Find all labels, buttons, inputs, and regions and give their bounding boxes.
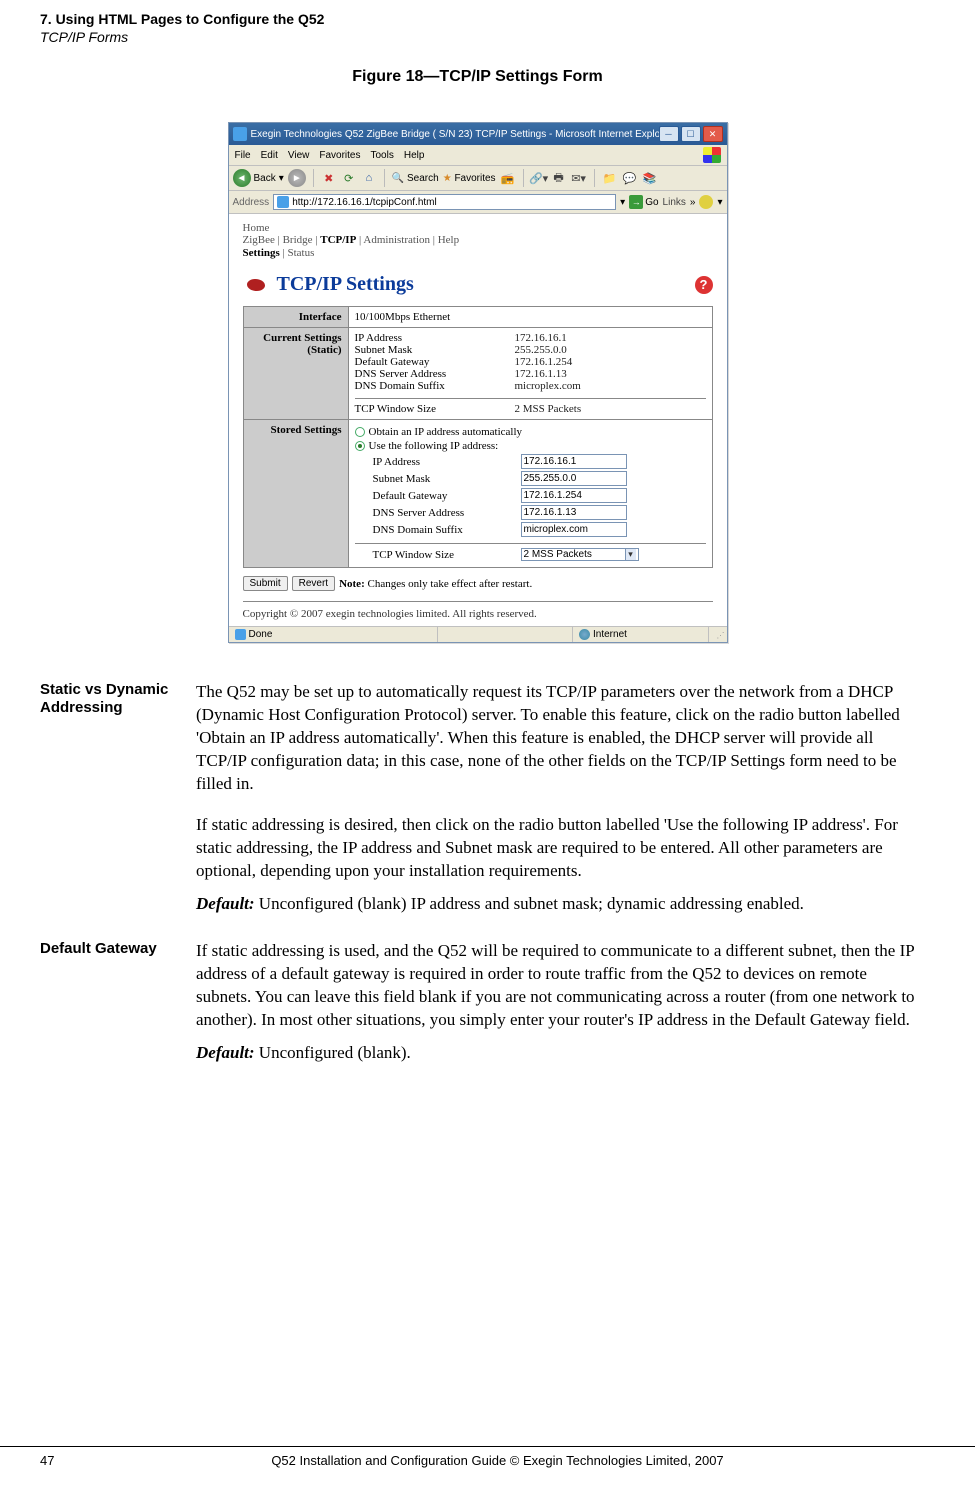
mail-icon[interactable]: ✉▾	[571, 170, 587, 186]
menu-favorites[interactable]: Favorites	[319, 150, 360, 161]
settings-table: Interface 10/100Mbps Ethernet Current Se…	[243, 306, 713, 568]
address-input[interactable]: http://172.16.16.1/tcpipConf.html	[273, 194, 616, 210]
section-text-static: The Q52 may be set up to automatically r…	[196, 681, 915, 933]
window-title: Exegin Technologies Q52 ZigBee Bridge ( …	[251, 129, 659, 140]
menu-edit[interactable]: Edit	[261, 150, 278, 161]
media-icon[interactable]: 📻	[500, 170, 516, 186]
help-icon[interactable]: ?	[695, 276, 713, 294]
radio-use-following[interactable]: Use the following IP address:	[355, 440, 706, 452]
forward-button[interactable]: ►	[288, 169, 306, 187]
row-current-value: IP Address172.16.16.1 Subnet Mask255.255…	[348, 328, 712, 420]
address-bar: Address http://172.16.16.1/tcpipConf.htm…	[229, 191, 727, 214]
dns-server-input[interactable]: 172.16.1.13	[521, 505, 627, 520]
crumb-tcpip[interactable]: TCP/IP	[320, 234, 356, 246]
window-titlebar: Exegin Technologies Q52 ZigBee Bridge ( …	[229, 123, 727, 145]
crumb-settings[interactable]: Settings	[243, 247, 280, 259]
footer-text: Q52 Installation and Configuration Guide…	[80, 1453, 915, 1468]
section-text-gateway: If static addressing is used, and the Q5…	[196, 940, 915, 1083]
menu-bar: File Edit View Favorites Tools Help	[229, 145, 727, 166]
discuss-icon[interactable]: 💬	[622, 170, 638, 186]
row-stored-value: Obtain an IP address automatically Use t…	[348, 420, 712, 568]
toolbar: ◄ Back ▾ ► ✖ ⟳ ⌂ 🔍 Search ★ Favorites 📻 …	[229, 166, 727, 191]
favorites-button[interactable]: ★ Favorites	[443, 173, 496, 184]
go-button[interactable]: → Go	[629, 195, 658, 209]
row-interface-value: 10/100Mbps Ethernet	[348, 307, 712, 328]
menu-file[interactable]: File	[235, 150, 251, 161]
page-footer: 47 Q52 Installation and Configuration Gu…	[0, 1446, 975, 1468]
links-label[interactable]: Links	[663, 197, 686, 208]
submit-button[interactable]: Submit	[243, 576, 288, 591]
search-button[interactable]: 🔍 Search	[392, 173, 439, 184]
page-content: Home ZigBee | Bridge | TCP/IP | Administ…	[229, 214, 727, 626]
radio-obtain-auto[interactable]: Obtain an IP address automatically	[355, 426, 706, 438]
menu-tools[interactable]: Tools	[370, 150, 393, 161]
subnet-mask-input[interactable]: 255.255.0.0	[521, 471, 627, 486]
folder-icon[interactable]: 📁	[602, 170, 618, 186]
tcp-window-select[interactable]: 2 MSS Packets	[521, 548, 639, 561]
minimize-button[interactable]: ─	[659, 126, 679, 142]
windows-flag-icon	[703, 147, 721, 163]
page-header: 7. Using HTML Pages to Configure the Q52…	[40, 10, 915, 46]
status-done: Done	[249, 629, 273, 640]
stop-icon[interactable]: ✖	[321, 170, 337, 186]
screenshot-window: Exegin Technologies Q52 ZigBee Bridge ( …	[228, 122, 728, 643]
default-gateway-input[interactable]: 172.16.1.254	[521, 488, 627, 503]
section-label-static: Static vs Dynamic Addressing	[40, 681, 196, 933]
status-internet: Internet	[593, 629, 627, 640]
print-icon[interactable]: 🖶	[551, 170, 567, 186]
ip-address-input[interactable]: 172.16.16.1	[521, 454, 627, 469]
menu-help[interactable]: Help	[404, 150, 425, 161]
chapter-title: 7. Using HTML Pages to Configure the Q52	[40, 10, 915, 28]
dns-suffix-input[interactable]: microplex.com	[521, 522, 627, 537]
figure-caption: Figure 18—TCP/IP Settings Form	[40, 68, 915, 86]
maximize-button[interactable]: ☐	[681, 126, 701, 142]
revert-button[interactable]: Revert	[292, 576, 335, 591]
home-icon[interactable]: ⌂	[361, 170, 377, 186]
close-button[interactable]: ✕	[703, 126, 723, 142]
row-current-label: Current Settings (Static)	[243, 328, 348, 420]
status-bar: Done Internet ⋰	[229, 626, 727, 642]
ie-icon	[233, 127, 247, 141]
back-button[interactable]: ◄ Back ▾	[233, 169, 284, 187]
section-title: TCP/IP Forms	[40, 28, 915, 46]
address-url: http://172.16.16.1/tcpipConf.html	[292, 197, 437, 208]
page-title: TCP/IP Settings	[277, 273, 695, 296]
research-icon[interactable]: 📚	[642, 170, 658, 186]
history-icon[interactable]: 🔗▾	[531, 170, 547, 186]
page-icon	[277, 196, 289, 208]
breadcrumb: Home ZigBee | Bridge | TCP/IP | Administ…	[243, 222, 713, 259]
exegin-logo-icon	[243, 275, 271, 295]
row-interface-label: Interface	[243, 307, 348, 328]
done-icon	[235, 629, 246, 640]
menu-view[interactable]: View	[288, 150, 310, 161]
screenshot-copyright: Copyright © 2007 exegin technologies lim…	[243, 601, 713, 620]
address-label: Address	[233, 197, 270, 208]
resize-grip-icon[interactable]: ⋰	[709, 627, 727, 642]
crumb-home[interactable]: Home	[243, 222, 713, 234]
internet-zone-icon	[579, 629, 590, 640]
page-number: 47	[40, 1453, 80, 1468]
norton-icon[interactable]	[699, 195, 713, 209]
section-label-gateway: Default Gateway	[40, 940, 196, 1083]
row-stored-label: Stored Settings	[243, 420, 348, 568]
refresh-icon[interactable]: ⟳	[341, 170, 357, 186]
